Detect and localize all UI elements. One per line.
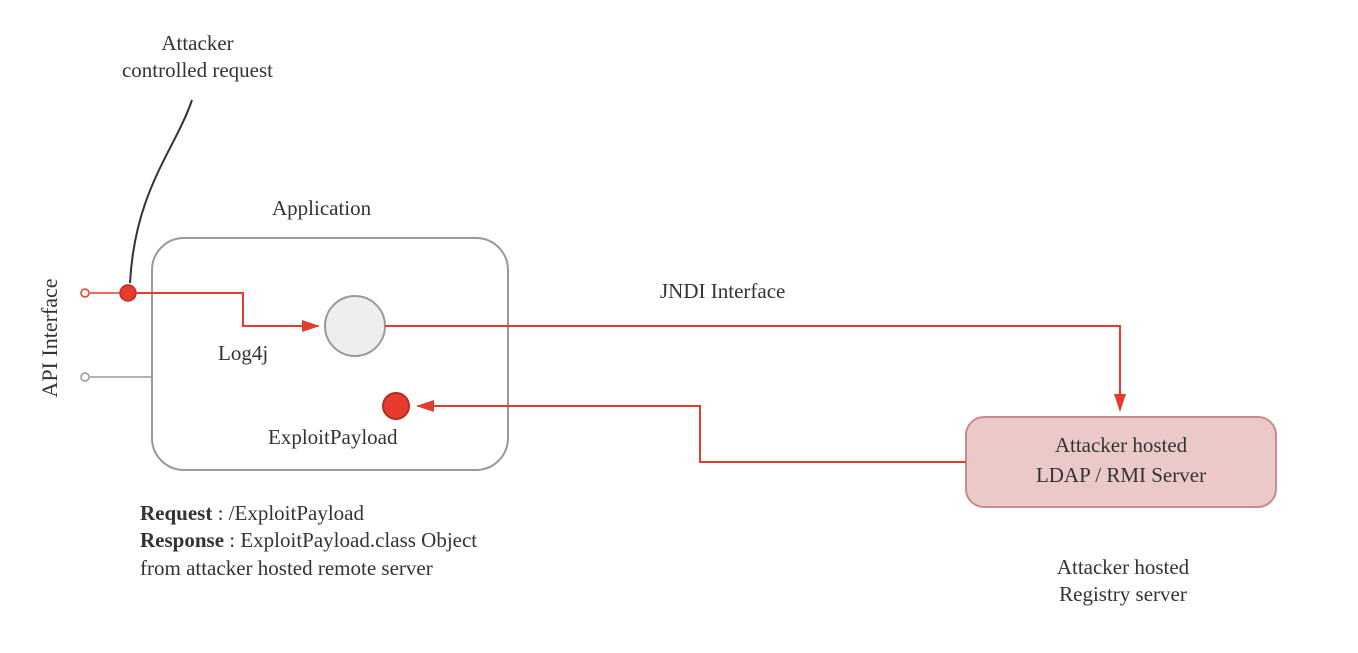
flow-server-to-payload <box>418 406 966 462</box>
flow-entry-to-log4j <box>136 293 318 326</box>
exploit-payload-label: ExploitPayload <box>268 424 398 451</box>
attacker-request-label: Attacker controlled request <box>95 30 300 85</box>
log4j-label: Log4j <box>218 340 268 367</box>
api-connector-bottom <box>81 373 89 381</box>
request-value: : /ExploitPayload <box>218 501 364 525</box>
jndi-interface-label: JNDI Interface <box>660 278 785 305</box>
flow-log4j-to-server <box>385 326 1120 410</box>
response-label: Response <box>140 528 224 552</box>
log4j-node <box>325 296 385 356</box>
entry-point-dot <box>120 285 136 301</box>
api-interface-label: API Interface <box>37 268 63 408</box>
server-box-line1: Attacker hosted <box>988 432 1254 459</box>
server-box-line2: LDAP / RMI Server <box>988 462 1254 489</box>
exploit-payload-node <box>383 393 409 419</box>
application-title: Application <box>272 195 371 222</box>
attacker-request-curve <box>130 100 192 283</box>
api-connector-top <box>81 289 89 297</box>
server-caption: Attacker hosted Registry server <box>1008 554 1238 609</box>
request-label: Request <box>140 501 212 525</box>
